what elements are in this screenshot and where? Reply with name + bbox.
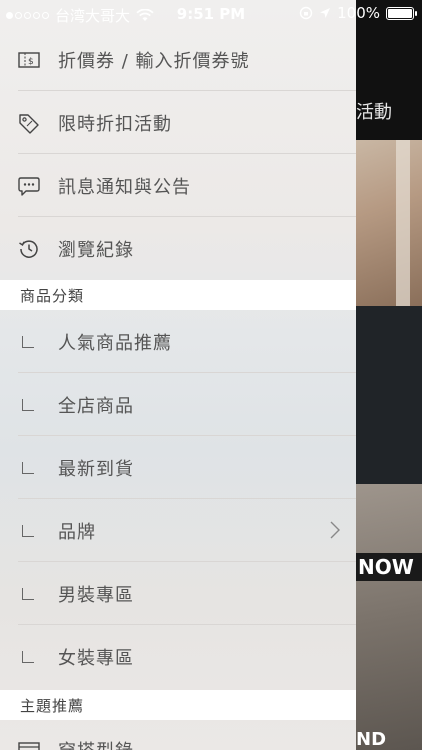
section-header-featured: 主題推薦 [0, 690, 356, 720]
sub-item-corner-icon [22, 398, 34, 411]
category-item-popular[interactable]: 人氣商品推薦 [0, 310, 356, 373]
category-label: 男裝專區 [58, 584, 134, 606]
menu-item-notifications[interactable]: 訊息通知與公告 [0, 154, 356, 217]
svg-text:$: $ [28, 57, 34, 67]
battery-icon [386, 6, 417, 20]
background-image-2 [356, 484, 422, 750]
section-title: 商品分類 [20, 286, 85, 305]
category-item-womenswear[interactable]: 女裝專區 [0, 625, 356, 688]
message-icon [18, 175, 40, 197]
sub-item-corner-icon [22, 461, 34, 474]
section-title: 主題推薦 [20, 696, 85, 715]
rotation-lock-icon [299, 6, 313, 20]
location-arrow-icon [320, 8, 331, 18]
sub-item-corner-icon [22, 335, 34, 348]
tag-icon [18, 112, 40, 134]
category-label: 全店商品 [58, 395, 134, 417]
chevron-right-icon [330, 521, 340, 539]
menu-item-lookbook[interactable]: 穿搭型錄 [0, 720, 356, 750]
battery-percent: 100% [337, 4, 380, 22]
menu-item-label: 穿搭型錄 [58, 737, 134, 750]
menu-item-label: 訊息通知與公告 [58, 176, 191, 198]
category-item-new-arrivals[interactable]: 最新到貨 [0, 436, 356, 499]
menu-item-label: 限時折扣活動 [58, 113, 172, 135]
menu-item-coupon[interactable]: $ 折價券 / 輸入折價券號 [0, 28, 356, 91]
category-label: 最新到貨 [58, 458, 134, 480]
sub-item-corner-icon [22, 524, 34, 537]
sub-item-corner-icon [22, 587, 34, 600]
menu-item-flash-sale[interactable]: 限時折扣活動 [0, 91, 356, 154]
menu-item-history[interactable]: 瀏覽紀錄 [0, 217, 356, 280]
category-label: 人氣商品推薦 [58, 332, 172, 354]
category-item-menswear[interactable]: 男裝專區 [0, 562, 356, 625]
background-dark-block [356, 306, 422, 484]
background-tab-label: 活動 [356, 102, 392, 123]
background-bottom-text: ND [356, 730, 387, 750]
category-label: 女裝專區 [58, 647, 134, 669]
section-header-categories: 商品分類 [0, 280, 356, 310]
category-item-all-products[interactable]: 全店商品 [0, 373, 356, 436]
category-label: 品牌 [58, 521, 96, 543]
status-bar: 台湾大哥大 9:51 PM 100% [0, 0, 422, 30]
background-image [356, 140, 422, 306]
sub-item-corner-icon [22, 650, 34, 663]
menu-item-label: 瀏覽紀錄 [58, 239, 134, 261]
menu-item-label: 折價券 / 輸入折價券號 [58, 50, 250, 72]
history-icon [18, 238, 40, 260]
category-item-brands[interactable]: 品牌 [0, 499, 356, 562]
background-banner-text: NOW [356, 553, 422, 581]
side-drawer: $ 折價券 / 輸入折價券號 限時折扣活動 訊息通知與公告 瀏覽紀錄 商品分類 … [0, 0, 356, 750]
coupon-icon: $ [18, 49, 40, 71]
catalog-icon [18, 738, 40, 750]
